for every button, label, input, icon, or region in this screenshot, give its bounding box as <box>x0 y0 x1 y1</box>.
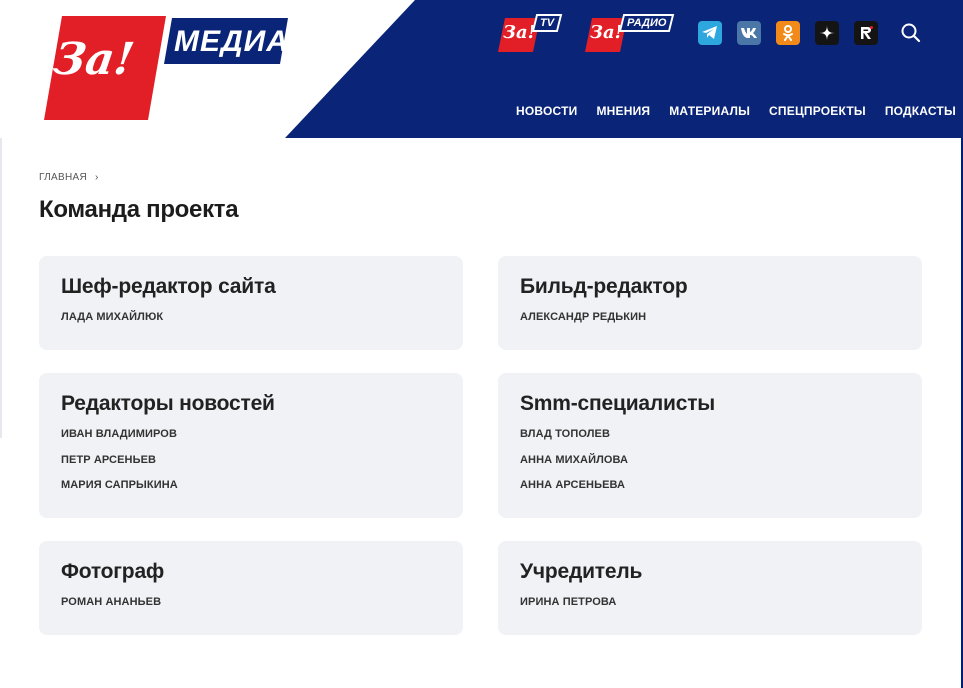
team-member-name: ВЛАД ТОПОЛЕВ <box>520 428 611 440</box>
team-card-photo-editor: Бильд-редактор АЛЕКСАНДР РЕДЬКИН <box>498 256 922 350</box>
tv-label-tag: TV <box>531 14 563 32</box>
site-header: За! МЕДИА За! TV За! РАДИО НОВОСТИ МНЕНИ… <box>0 0 963 138</box>
team-card-news-editors: Редакторы новостей ИВАН ВЛАДИМИРОВ ПЕТР … <box>39 373 463 518</box>
site-logo[interactable]: За! МЕДИА <box>44 16 294 122</box>
nav-item-special-projects[interactable]: СПЕЦПРОЕКТЫ <box>769 103 866 119</box>
breadcrumb: ГЛАВНАЯ › <box>39 172 99 183</box>
logo-text: МЕДИА <box>174 25 289 58</box>
nav-item-podcasts[interactable]: ПОДКАСТЫ <box>885 103 956 119</box>
nav-item-materials[interactable]: МАТЕРИАЛЫ <box>669 103 750 119</box>
team-member-name: ИРИНА ПЕТРОВА <box>520 596 617 608</box>
tv-channel-link[interactable]: За! TV <box>498 12 570 54</box>
team-member-name: ПЕТР АРСЕНЬЕВ <box>61 453 157 466</box>
breadcrumb-home-link[interactable]: ГЛАВНАЯ <box>39 172 87 183</box>
card-title: Учредитель <box>520 560 643 583</box>
nav-item-opinions[interactable]: МНЕНИЯ <box>596 103 650 119</box>
vk-icon[interactable] <box>737 21 761 45</box>
odnoklassniki-icon[interactable] <box>776 21 800 45</box>
team-member-name: АННА АРСЕНЬЕВА <box>520 479 626 491</box>
breadcrumb-separator: › <box>94 172 99 183</box>
main-nav: НОВОСТИ МНЕНИЯ МАТЕРИАЛЫ СПЕЦПРОЕКТЫ ПОД… <box>516 103 956 119</box>
team-member-name: АЛЕКСАНДР РЕДЬКИН <box>520 311 647 323</box>
radio-label: РАДИО <box>627 17 667 29</box>
tv-mark: За! <box>503 22 536 43</box>
team-member-name: ЛАДА МИХАЙЛЮК <box>61 311 164 323</box>
team-member-name: ИВАН ВЛАДИМИРОВ <box>61 428 177 440</box>
team-member-name: АННА МИХАЙЛОВА <box>520 453 629 466</box>
tv-label: TV <box>540 17 555 29</box>
dzen-icon[interactable] <box>815 21 839 45</box>
radio-channel-link[interactable]: За! РАДИО <box>585 12 677 54</box>
card-title: Шеф-редактор сайта <box>61 275 276 298</box>
team-card-chief-editor: Шеф-редактор сайта ЛАДА МИХАЙЛЮК <box>39 256 463 350</box>
rutube-icon[interactable] <box>854 21 878 45</box>
left-border-decoration <box>0 138 2 438</box>
search-icon[interactable] <box>900 22 922 44</box>
card-title: Smm-специалисты <box>520 392 716 415</box>
telegram-icon[interactable] <box>698 21 722 45</box>
radio-label-tag: РАДИО <box>618 14 675 32</box>
team-card-founder: Учредитель ИРИНА ПЕТРОВА <box>498 541 922 635</box>
team-card-photographer: Фотограф РОМАН АНАНЬЕВ <box>39 541 463 635</box>
radio-mark: За! <box>590 22 623 43</box>
card-title: Редакторы новостей <box>61 392 275 415</box>
team-member-name: МАРИЯ САПРЫКИНА <box>61 479 178 491</box>
nav-item-news[interactable]: НОВОСТИ <box>516 103 577 119</box>
card-title: Фотограф <box>61 560 165 583</box>
card-title: Бильд-редактор <box>520 275 688 298</box>
logo-mark: За! <box>50 34 138 85</box>
page-title: Команда проекта <box>39 196 239 223</box>
team-card-smm-specialists: Smm-специалисты ВЛАД ТОПОЛЕВ АННА МИХАЙЛ… <box>498 373 922 518</box>
team-member-name: РОМАН АНАНЬЕВ <box>61 596 162 608</box>
